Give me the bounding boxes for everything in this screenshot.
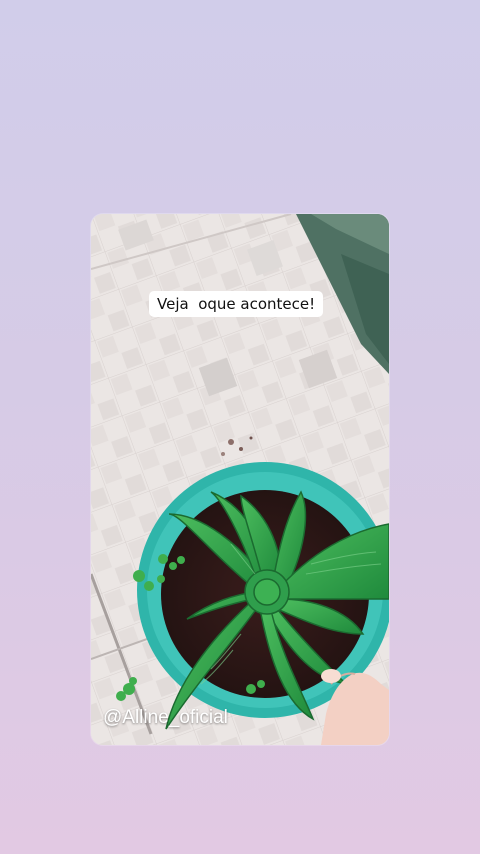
story-caption-label: Veja oque acontece!	[149, 291, 324, 317]
story-card[interactable]: Veja oque acontece! @Alline_oficial	[91, 214, 389, 745]
author-handle[interactable]: @Alline_oficial	[103, 707, 228, 729]
